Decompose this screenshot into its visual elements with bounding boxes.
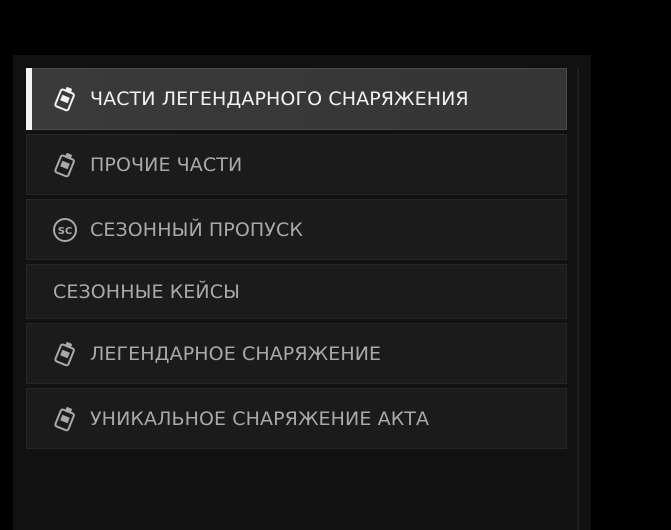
menu-item-label: ЛЕГЕНДАРНОЕ СНАРЯЖЕНИЕ [90, 342, 382, 365]
menu-item-legendary-gear-parts[interactable]: ЧАСТИ ЛЕГЕНДАРНОГО СНАРЯЖЕНИЯ [26, 68, 567, 130]
menu-item-label: СЕЗОННЫЙ ПРОПУСК [90, 218, 303, 241]
panel-scrollbar-track[interactable] [577, 68, 579, 530]
menu-item-unique-act-gear[interactable]: УНИКАЛЬНОЕ СНАРЯЖЕНИЕ АКТА [26, 388, 567, 449]
menu-item-legendary-gear[interactable]: ЛЕГЕНДАРНОЕ СНАРЯЖЕНИЕ [26, 323, 567, 384]
menu-item-label: ПРОЧИЕ ЧАСТИ [90, 153, 243, 176]
gear-tag-icon [52, 152, 78, 178]
active-indicator [26, 68, 32, 130]
gear-tag-icon [52, 406, 78, 432]
menu-item-label: СЕЗОННЫЕ КЕЙСЫ [53, 280, 240, 303]
menu-item-label: УНИКАЛЬНОЕ СНАРЯЖЕНИЕ АКТА [90, 407, 430, 430]
season-coin-icon: SC [52, 217, 78, 243]
menu-item-season-pass[interactable]: SC СЕЗОННЫЙ ПРОПУСК [26, 199, 567, 260]
menu-item-season-cases[interactable]: СЕЗОННЫЕ КЕЙСЫ [26, 264, 567, 319]
season-coin-icon-text: SC [58, 226, 73, 237]
gear-tag-icon [52, 341, 78, 367]
menu-item-label: ЧАСТИ ЛЕГЕНДАРНОГО СНАРЯЖЕНИЯ [90, 88, 469, 110]
category-menu: ЧАСТИ ЛЕГЕНДАРНОГО СНАРЯЖЕНИЯ ПРОЧИЕ ЧАС… [26, 68, 567, 449]
gear-tag-icon [52, 86, 78, 112]
menu-item-other-parts[interactable]: ПРОЧИЕ ЧАСТИ [26, 134, 567, 195]
